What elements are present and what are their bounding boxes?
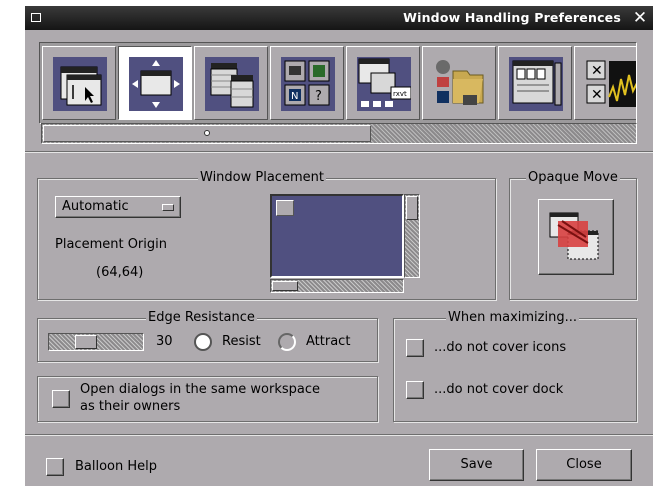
bottom-separator <box>25 434 653 436</box>
edge-resistance-legend: Edge Resistance <box>146 310 257 326</box>
scrollbar-grip-icon <box>204 130 210 136</box>
section-icons[interactable]: N ? <box>270 46 344 120</box>
attract-label[interactable]: Attract <box>306 334 350 349</box>
section-icon-strip: N ? rxvt ✕ ✕ <box>39 42 637 124</box>
section-paths[interactable] <box>422 46 496 120</box>
attract-radio[interactable] <box>278 333 296 351</box>
when-maximizing-group: When maximizing... ...do not cover icons… <box>393 310 637 422</box>
placement-y-knob[interactable] <box>406 196 418 220</box>
open-dialogs-label-line2: as their owners <box>80 399 181 414</box>
window-placement-group: Window Placement Automatic Placement Ori… <box>37 170 496 300</box>
opaque-move-group: Opaque Move <box>509 170 637 300</box>
no-cover-icons-label: ...do not cover icons <box>434 340 567 355</box>
open-dialogs-checkbox[interactable] <box>52 390 70 408</box>
paths-icon <box>433 57 487 111</box>
appearance-icon <box>509 57 563 111</box>
opaque-move-legend: Opaque Move <box>526 170 620 186</box>
opaque-move-icon <box>549 212 599 260</box>
window-focus-icon <box>53 57 107 111</box>
svg-text:?: ? <box>315 89 322 104</box>
resist-label[interactable]: Resist <box>222 334 261 349</box>
resist-radio[interactable] <box>194 333 212 351</box>
open-dialogs-group: Open dialogs in the same workspace as th… <box>37 376 378 422</box>
balloon-help-checkbox[interactable] <box>46 458 64 476</box>
ergonomics-icon: ✕ ✕ <box>585 57 636 111</box>
titlebar[interactable]: Window Handling Preferences ✕ <box>25 6 653 30</box>
icon-preferences-icon: N ? <box>281 57 335 111</box>
section-window-focus[interactable] <box>42 46 116 120</box>
save-button[interactable]: Save <box>429 449 524 481</box>
balloon-help-label: Balloon Help <box>75 459 158 474</box>
svg-text:✕: ✕ <box>591 63 603 79</box>
section-window-handling[interactable] <box>118 46 192 120</box>
opaque-move-toggle[interactable] <box>538 199 614 275</box>
section-ergonomics[interactable]: ✕ ✕ <box>574 46 636 120</box>
edge-resistance-value: 30 <box>156 334 173 349</box>
no-cover-icons-checkbox[interactable] <box>406 339 424 357</box>
open-dialogs-label-line1: Open dialogs in the same workspace <box>80 382 320 397</box>
placement-y-slider[interactable] <box>404 194 420 278</box>
edge-resistance-group: Edge Resistance 30 Resist Attract <box>37 310 378 362</box>
placement-origin-value: (64,64) <box>96 265 144 280</box>
when-maximizing-legend: When maximizing... <box>446 310 579 326</box>
placement-origin-preview[interactable] <box>270 194 404 278</box>
placement-x-slider[interactable] <box>270 279 404 293</box>
top-separator <box>25 151 653 153</box>
scrollbar-thumb[interactable] <box>43 125 371 142</box>
section-workspace[interactable]: rxvt <box>346 46 420 120</box>
window-title: Window Handling Preferences <box>403 10 621 25</box>
section-scrollbar[interactable] <box>41 123 637 144</box>
placement-origin-label: Placement Origin <box>55 237 167 252</box>
section-appearance[interactable] <box>498 46 572 120</box>
placement-x-knob[interactable] <box>272 281 298 291</box>
menu-preferences-icon <box>205 57 259 111</box>
svg-text:N: N <box>291 91 298 102</box>
placement-mode-popup[interactable]: Automatic <box>55 196 181 218</box>
no-cover-dock-checkbox[interactable] <box>406 381 424 399</box>
no-cover-dock-label: ...do not cover dock <box>434 382 564 397</box>
close-window-button[interactable]: ✕ <box>630 9 650 27</box>
placement-origin-marker[interactable] <box>276 200 294 216</box>
miniaturize-button[interactable] <box>28 9 46 27</box>
popup-indicator-icon <box>162 204 174 211</box>
edge-resistance-knob[interactable] <box>75 335 97 349</box>
placement-mode-value: Automatic <box>62 199 129 214</box>
close-button[interactable]: Close <box>536 449 632 481</box>
svg-text:✕: ✕ <box>591 87 603 103</box>
workspace-icon: rxvt <box>357 57 411 111</box>
section-menu[interactable] <box>194 46 268 120</box>
workspace-icon-text: rxvt <box>393 90 407 98</box>
window-handling-icon <box>129 57 183 111</box>
edge-resistance-slider[interactable] <box>48 333 144 351</box>
window-placement-legend: Window Placement <box>198 170 326 186</box>
preferences-window: Window Handling Preferences ✕ N ? rxvt ✕… <box>25 6 653 486</box>
